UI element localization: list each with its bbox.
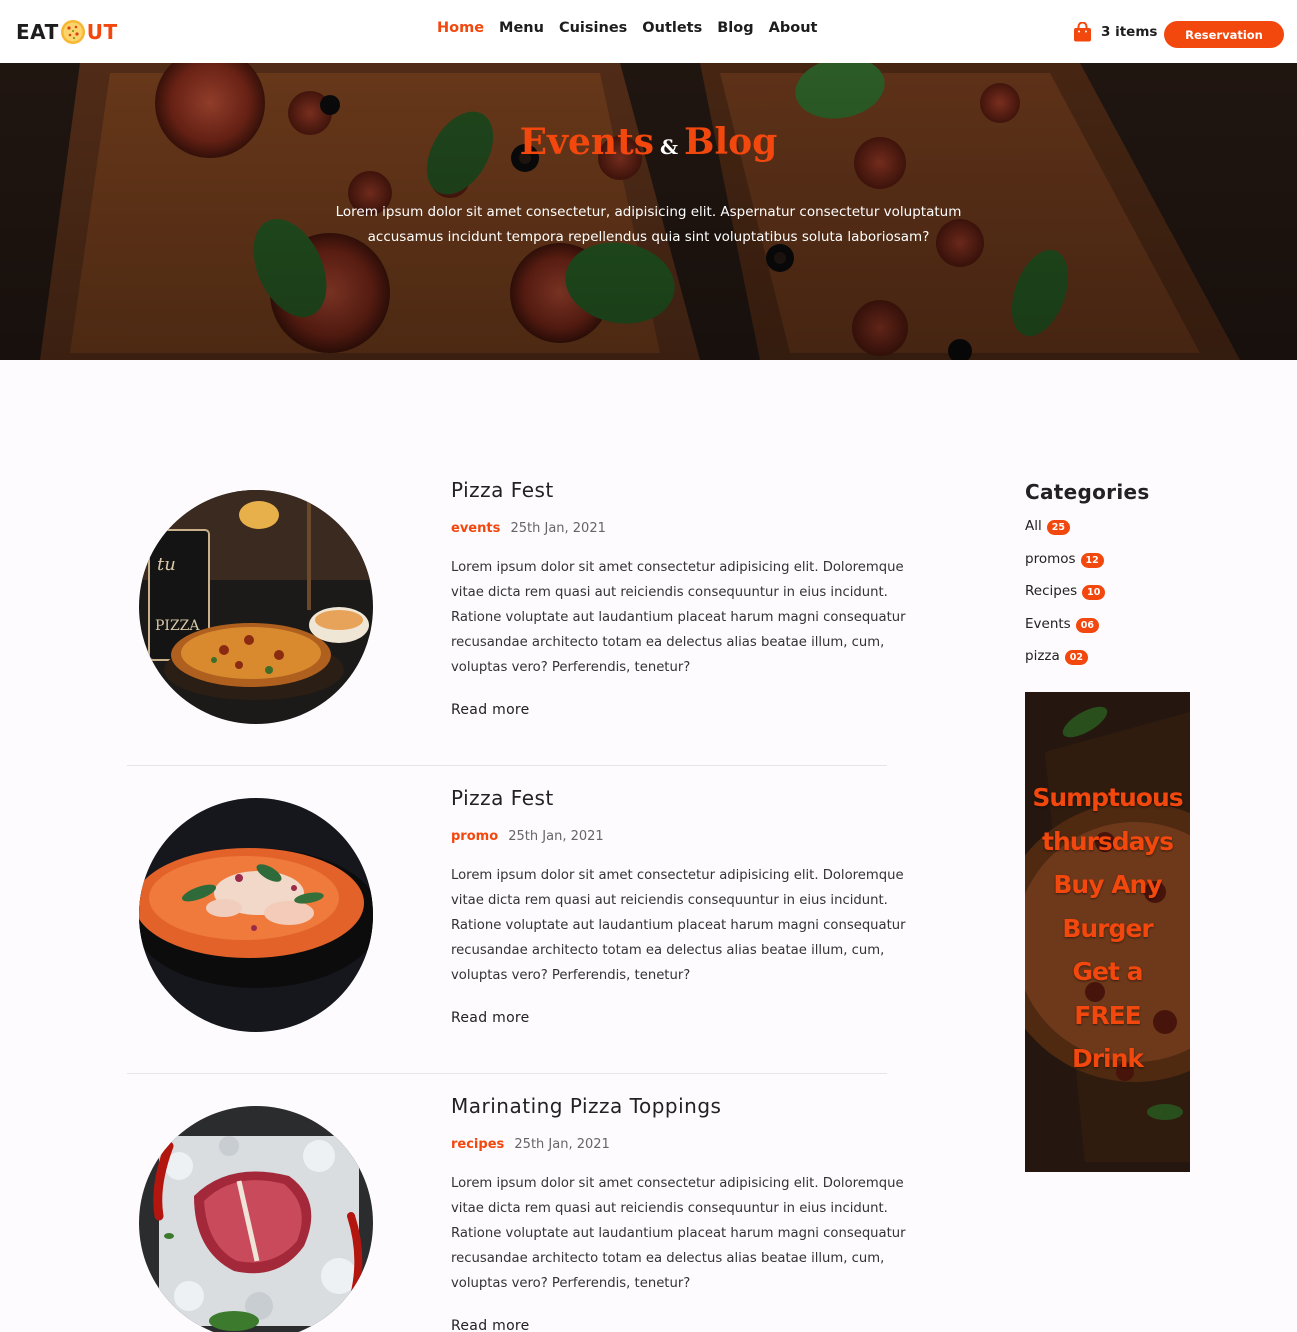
- hero-title: Events & Blog: [0, 121, 1297, 163]
- svg-text:PIZZA: PIZZA: [155, 618, 200, 634]
- navbar: EAT UT Home Menu Cuisines Outlets Blog A…: [0, 0, 1297, 63]
- post-meta: events 25th Jan, 2021: [451, 521, 921, 536]
- main-nav: Home Menu Cuisines Outlets Blog About: [437, 20, 817, 36]
- hero-subtitle: Lorem ipsum dolor sit amet consectetur, …: [335, 204, 962, 245]
- read-more-link[interactable]: Read more: [451, 1010, 530, 1026]
- hero-banner: Events & Blog Lorem ipsum dolor sit amet c…: [0, 63, 1297, 360]
- shopping-bag-icon: [1074, 22, 1091, 42]
- category-count-badge: 25: [1046, 520, 1070, 535]
- post-meta: recipes 25th Jan, 2021: [451, 1137, 921, 1152]
- brand-text-left: EAT: [16, 20, 59, 44]
- post-content: Pizza Fest promo 25th Jan, 2021 Lorem ip…: [451, 786, 921, 1027]
- post-image-pizza[interactable]: tu PIZZA: [139, 490, 373, 724]
- category-name: All: [1025, 518, 1042, 534]
- post-date: 25th Jan, 2021: [514, 1137, 610, 1152]
- blog-post: tu PIZZA Pizza Fest events 25th Jan, 202…: [127, 473, 906, 781]
- promo-banner[interactable]: Sumptuous thursdays Buy Any Burger Get a…: [1025, 692, 1190, 1172]
- category-count-badge: 12: [1080, 552, 1104, 568]
- post-image-soup[interactable]: [139, 798, 373, 1032]
- post-date: 25th Jan, 2021: [508, 829, 604, 844]
- category-name: Events: [1025, 615, 1071, 632]
- promo-line: Burger: [1062, 913, 1153, 943]
- post-content: Pizza Fest events 25th Jan, 2021 Lorem i…: [451, 478, 921, 719]
- sidebar: Categories All 25 promos 12 Recipes 10 E…: [1025, 480, 1190, 1172]
- post-category[interactable]: recipes: [451, 1137, 504, 1152]
- category-item-all[interactable]: All 25: [1025, 518, 1190, 551]
- category-item-promos[interactable]: promos 12: [1025, 551, 1190, 584]
- post-excerpt: Lorem ipsum dolor sit amet consectetur a…: [451, 868, 906, 983]
- blog-post: Pizza Fest promo 25th Jan, 2021 Lorem ip…: [127, 781, 906, 1089]
- post-excerpt: Lorem ipsum dolor sit amet consectetur a…: [451, 1176, 906, 1291]
- hero-title-blog: Blog: [684, 121, 778, 163]
- post-content: Marinating Pizza Toppings recipes 25th J…: [451, 1094, 921, 1332]
- post-image-steak[interactable]: [139, 1106, 373, 1332]
- nav-link-outlets[interactable]: Outlets: [642, 20, 702, 36]
- category-list: All 25 promos 12 Recipes 10 Events 06 pi…: [1025, 518, 1190, 681]
- cart-count: 3 items: [1101, 24, 1158, 40]
- nav-link-cuisines[interactable]: Cuisines: [559, 20, 627, 36]
- promo-line: thursdays: [1042, 826, 1174, 856]
- category-count-badge: 02: [1064, 650, 1088, 665]
- post-title[interactable]: Pizza Fest: [451, 478, 921, 502]
- category-item-events[interactable]: Events 06: [1025, 616, 1190, 649]
- blog-post-list: tu PIZZA Pizza Fest events 25th Jan, 202…: [127, 473, 906, 1332]
- nav-link-blog[interactable]: Blog: [717, 20, 753, 36]
- svg-text:tu: tu: [157, 554, 176, 575]
- category-name: pizza: [1025, 648, 1060, 664]
- nav-link-home[interactable]: Home: [437, 20, 484, 36]
- promo-line: Buy Any: [1053, 870, 1162, 899]
- post-date: 25th Jan, 2021: [510, 521, 606, 536]
- post-divider: [127, 1073, 887, 1074]
- promo-text: Sumptuous thursdays Buy Any Burger Get a…: [1025, 776, 1190, 1081]
- read-more-link[interactable]: Read more: [451, 702, 530, 718]
- soup-photo: [139, 798, 373, 1032]
- promo-line: Get a: [1072, 957, 1144, 986]
- pizza-logo-icon: [60, 20, 85, 44]
- category-count-badge: 06: [1075, 617, 1099, 633]
- post-meta: promo 25th Jan, 2021: [451, 829, 921, 844]
- post-title[interactable]: Marinating Pizza Toppings: [451, 1094, 921, 1118]
- post-excerpt: Lorem ipsum dolor sit amet consectetur a…: [451, 560, 906, 675]
- category-item-pizza[interactable]: pizza 02: [1025, 648, 1190, 681]
- post-title[interactable]: Pizza Fest: [451, 786, 921, 810]
- category-name: promos: [1025, 550, 1076, 567]
- nav-link-menu[interactable]: Menu: [499, 20, 544, 36]
- promo-line: Drink: [1071, 1044, 1144, 1073]
- post-category[interactable]: promo: [451, 829, 498, 844]
- category-name: Recipes: [1025, 583, 1078, 599]
- cart[interactable]: 3 items: [1073, 22, 1157, 42]
- categories-title: Categories: [1025, 480, 1150, 504]
- category-count-badge: 10: [1082, 585, 1106, 600]
- post-category[interactable]: events: [451, 521, 500, 536]
- hero-title-events: Events: [519, 121, 654, 163]
- brand-text-right: UT: [86, 20, 118, 44]
- pizza-photo: tu PIZZA: [139, 490, 373, 724]
- steak-photo: [139, 1106, 373, 1332]
- reservation-button[interactable]: Reservation: [1164, 21, 1284, 48]
- nav-link-about[interactable]: About: [769, 20, 818, 36]
- category-item-recipes[interactable]: Recipes 10: [1025, 583, 1190, 616]
- promo-line: Sumptuous: [1032, 783, 1183, 812]
- hero-title-ampersand: &: [659, 135, 679, 159]
- blog-post: Marinating Pizza Toppings recipes 25th J…: [127, 1089, 906, 1332]
- post-divider: [127, 765, 887, 766]
- promo-line: FREE: [1074, 1000, 1141, 1030]
- brand-logo[interactable]: EAT UT: [16, 19, 118, 45]
- read-more-link[interactable]: Read more: [451, 1318, 530, 1332]
